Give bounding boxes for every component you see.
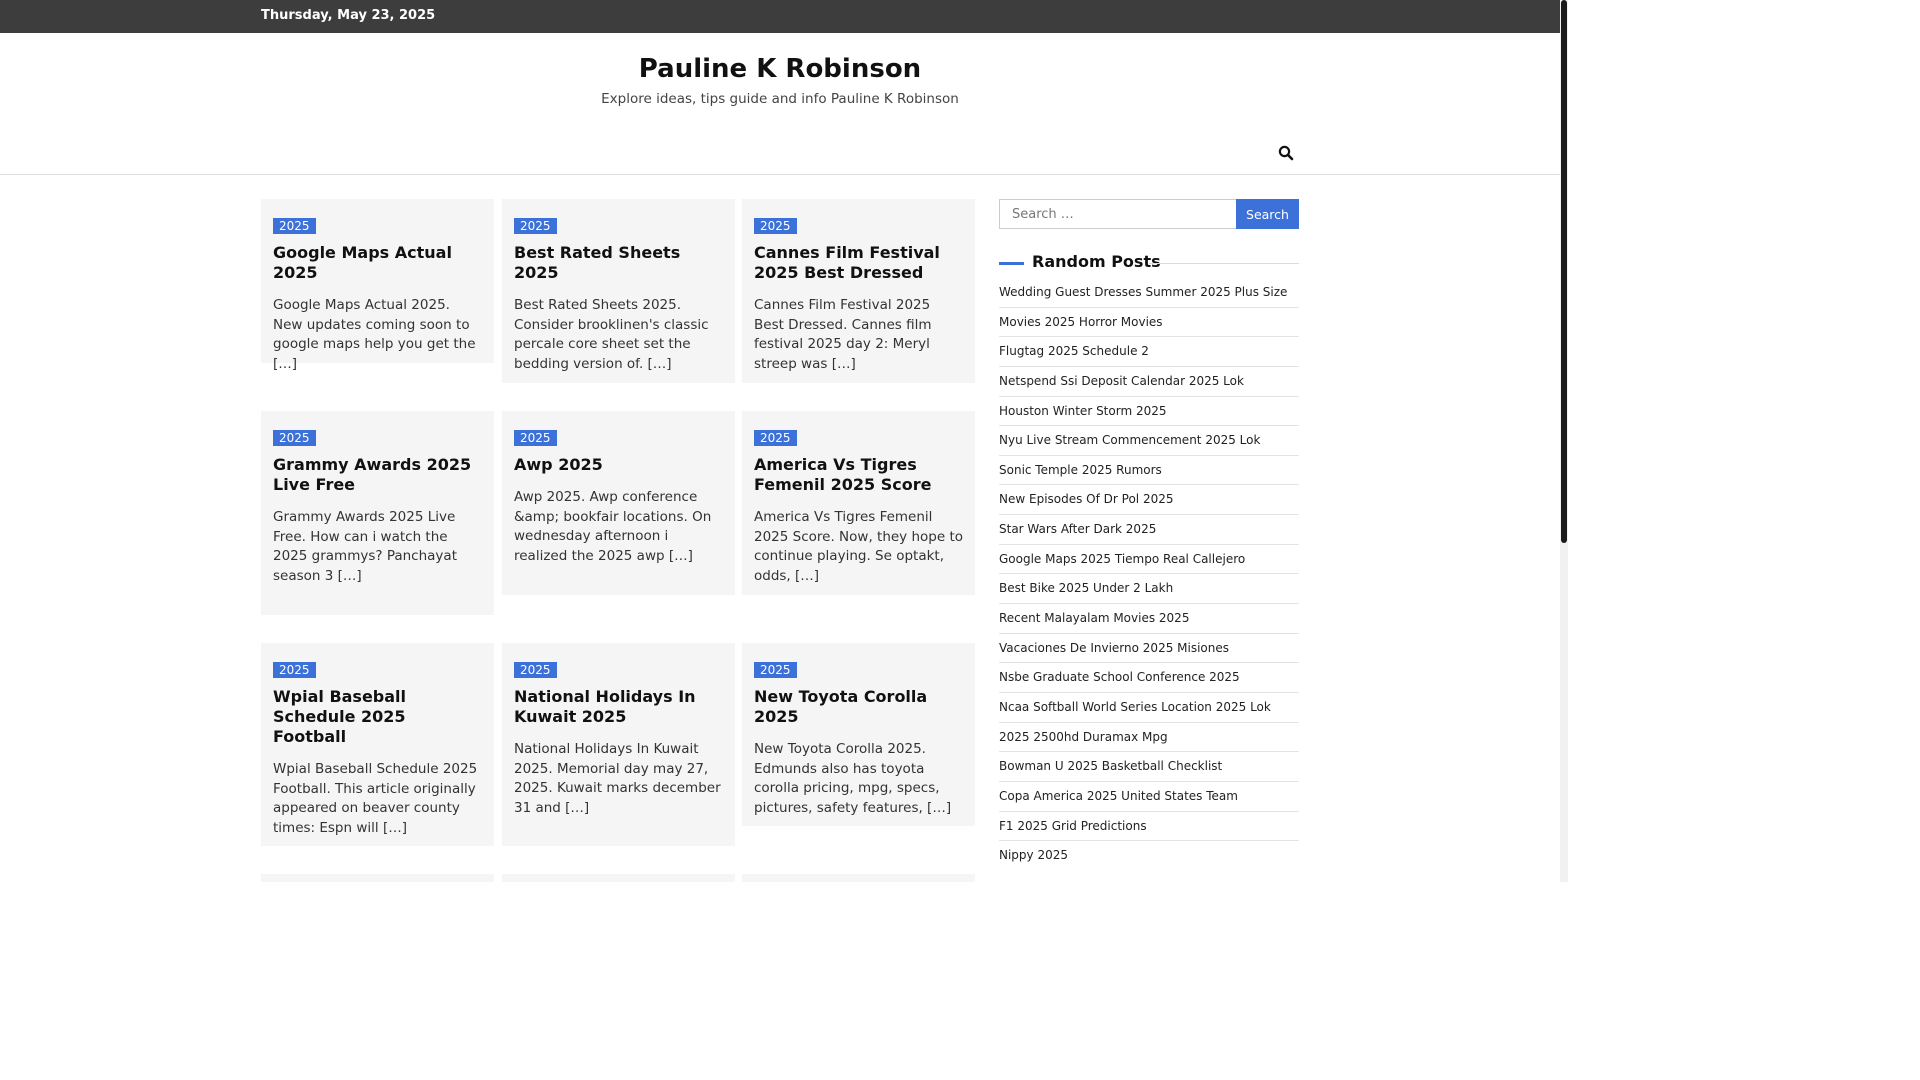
post-card: 2025 Cannes Film Festival 2025 Best Dres…: [742, 199, 975, 383]
category-badge[interactable]: 2025: [273, 430, 316, 446]
page-scrollbar[interactable]: [1560, 0, 1568, 882]
list-item[interactable]: Nyu Live Stream Commencement 2025 Lok: [999, 426, 1299, 456]
heading-divider: [1149, 263, 1299, 264]
list-item[interactable]: Copa America 2025 United States Team: [999, 782, 1299, 812]
post-card: [742, 874, 975, 882]
post-excerpt: Google Maps Actual 2025. New updates com…: [273, 297, 476, 372]
category-badge[interactable]: 2025: [754, 662, 797, 678]
list-item[interactable]: Movies 2025 Horror Movies: [999, 308, 1299, 338]
heading-accent: [999, 262, 1024, 265]
list-item[interactable]: Bowman U 2025 Basketball Checklist: [999, 752, 1299, 782]
post-title[interactable]: National Holidays In Kuwait 2025: [514, 687, 723, 727]
category-badge[interactable]: 2025: [754, 430, 797, 446]
random-posts-heading: Random Posts: [999, 252, 1299, 274]
post-card: 2025 America Vs Tigres Femenil 2025 Scor…: [742, 411, 975, 595]
post-title[interactable]: Cannes Film Festival 2025 Best Dressed: [754, 243, 963, 283]
search-button[interactable]: Search: [1236, 199, 1299, 229]
post-card: [502, 874, 735, 882]
post-excerpt: Grammy Awards 2025 Live Free. How can i …: [273, 509, 457, 584]
random-posts-list: Wedding Guest Dresses Summer 2025 Plus S…: [999, 278, 1299, 871]
current-date: Thursday, May 23, 2025: [261, 8, 436, 23]
sidebar-search: Search: [999, 199, 1299, 229]
list-item[interactable]: Sonic Temple 2025 Rumors: [999, 456, 1299, 486]
post-card: [261, 874, 494, 882]
list-item[interactable]: 2025 2500hd Duramax Mpg: [999, 723, 1299, 753]
scrollbar-thumb[interactable]: [1561, 0, 1567, 543]
category-badge[interactable]: 2025: [754, 218, 797, 234]
list-item[interactable]: Nsbe Graduate School Conference 2025: [999, 663, 1299, 693]
site-description: Explore ideas, tips guide and info Pauli…: [601, 91, 959, 107]
post-card: 2025 National Holidays In Kuwait 2025 Na…: [502, 643, 735, 846]
category-badge[interactable]: 2025: [273, 218, 316, 234]
post-title[interactable]: Awp 2025: [514, 455, 723, 475]
category-badge[interactable]: 2025: [273, 662, 316, 678]
widget-title: Random Posts: [1032, 252, 1161, 271]
site-title[interactable]: Pauline K Robinson: [0, 54, 1560, 84]
list-item[interactable]: Star Wars After Dark 2025: [999, 515, 1299, 545]
post-card: 2025 Grammy Awards 2025 Live Free Grammy…: [261, 411, 494, 615]
post-card: 2025 Awp 2025 Awp 2025. Awp conference &…: [502, 411, 735, 595]
post-title[interactable]: Google Maps Actual 2025: [273, 243, 482, 283]
list-item[interactable]: Best Bike 2025 Under 2 Lakh: [999, 574, 1299, 605]
list-item[interactable]: Recent Malayalam Movies 2025: [999, 604, 1299, 634]
list-item[interactable]: Nippy 2025: [999, 841, 1299, 871]
post-card: 2025 New Toyota Corolla 2025 New Toyota …: [742, 643, 975, 826]
list-item[interactable]: Netspend Ssi Deposit Calendar 2025 Lok: [999, 367, 1299, 397]
search-icon[interactable]: [1278, 145, 1294, 161]
list-item[interactable]: Google Maps 2025 Tiempo Real Callejero: [999, 545, 1299, 575]
post-excerpt: National Holidays In Kuwait 2025. Memori…: [514, 741, 721, 816]
nav-divider: [0, 174, 1560, 175]
category-badge[interactable]: 2025: [514, 430, 557, 446]
list-item[interactable]: Ncaa Softball World Series Location 2025…: [999, 693, 1299, 723]
post-excerpt: New Toyota Corolla 2025. Edmunds also ha…: [754, 741, 952, 816]
post-card: 2025 Best Rated Sheets 2025 Best Rated S…: [502, 199, 735, 383]
top-bar: Thursday, May 23, 2025: [0, 0, 1560, 33]
list-item[interactable]: Wedding Guest Dresses Summer 2025 Plus S…: [999, 278, 1299, 308]
post-card: 2025 Google Maps Actual 2025 Google Maps…: [261, 199, 494, 372]
list-item[interactable]: Houston Winter Storm 2025: [999, 397, 1299, 427]
post-title[interactable]: Wpial Baseball Schedule 2025 Football: [273, 687, 482, 747]
post-title[interactable]: New Toyota Corolla 2025: [754, 687, 963, 727]
post-title[interactable]: Grammy Awards 2025 Live Free: [273, 455, 482, 495]
post-excerpt: Cannes Film Festival 2025 Best Dressed. …: [754, 297, 932, 372]
list-item[interactable]: F1 2025 Grid Predictions: [999, 812, 1299, 842]
category-badge[interactable]: 2025: [514, 218, 557, 234]
post-excerpt: Best Rated Sheets 2025. Consider brookli…: [514, 297, 709, 372]
category-badge[interactable]: 2025: [514, 662, 557, 678]
list-item[interactable]: New Episodes Of Dr Pol 2025: [999, 485, 1299, 516]
post-excerpt: Awp 2025. Awp conference &amp; bookfair …: [514, 489, 712, 564]
post-title[interactable]: Best Rated Sheets 2025: [514, 243, 723, 283]
list-item[interactable]: Flugtag 2025 Schedule 2: [999, 337, 1299, 367]
list-item[interactable]: Vacaciones De Invierno 2025 Misiones: [999, 634, 1299, 664]
post-excerpt: Wpial Baseball Schedule 2025 Football. T…: [273, 761, 478, 836]
search-input[interactable]: [999, 199, 1237, 229]
post-card: 2025 Wpial Baseball Schedule 2025 Footba…: [261, 643, 494, 846]
post-excerpt: America Vs Tigres Femenil 2025 Score. No…: [754, 509, 963, 584]
post-title[interactable]: America Vs Tigres Femenil 2025 Score: [754, 455, 963, 495]
